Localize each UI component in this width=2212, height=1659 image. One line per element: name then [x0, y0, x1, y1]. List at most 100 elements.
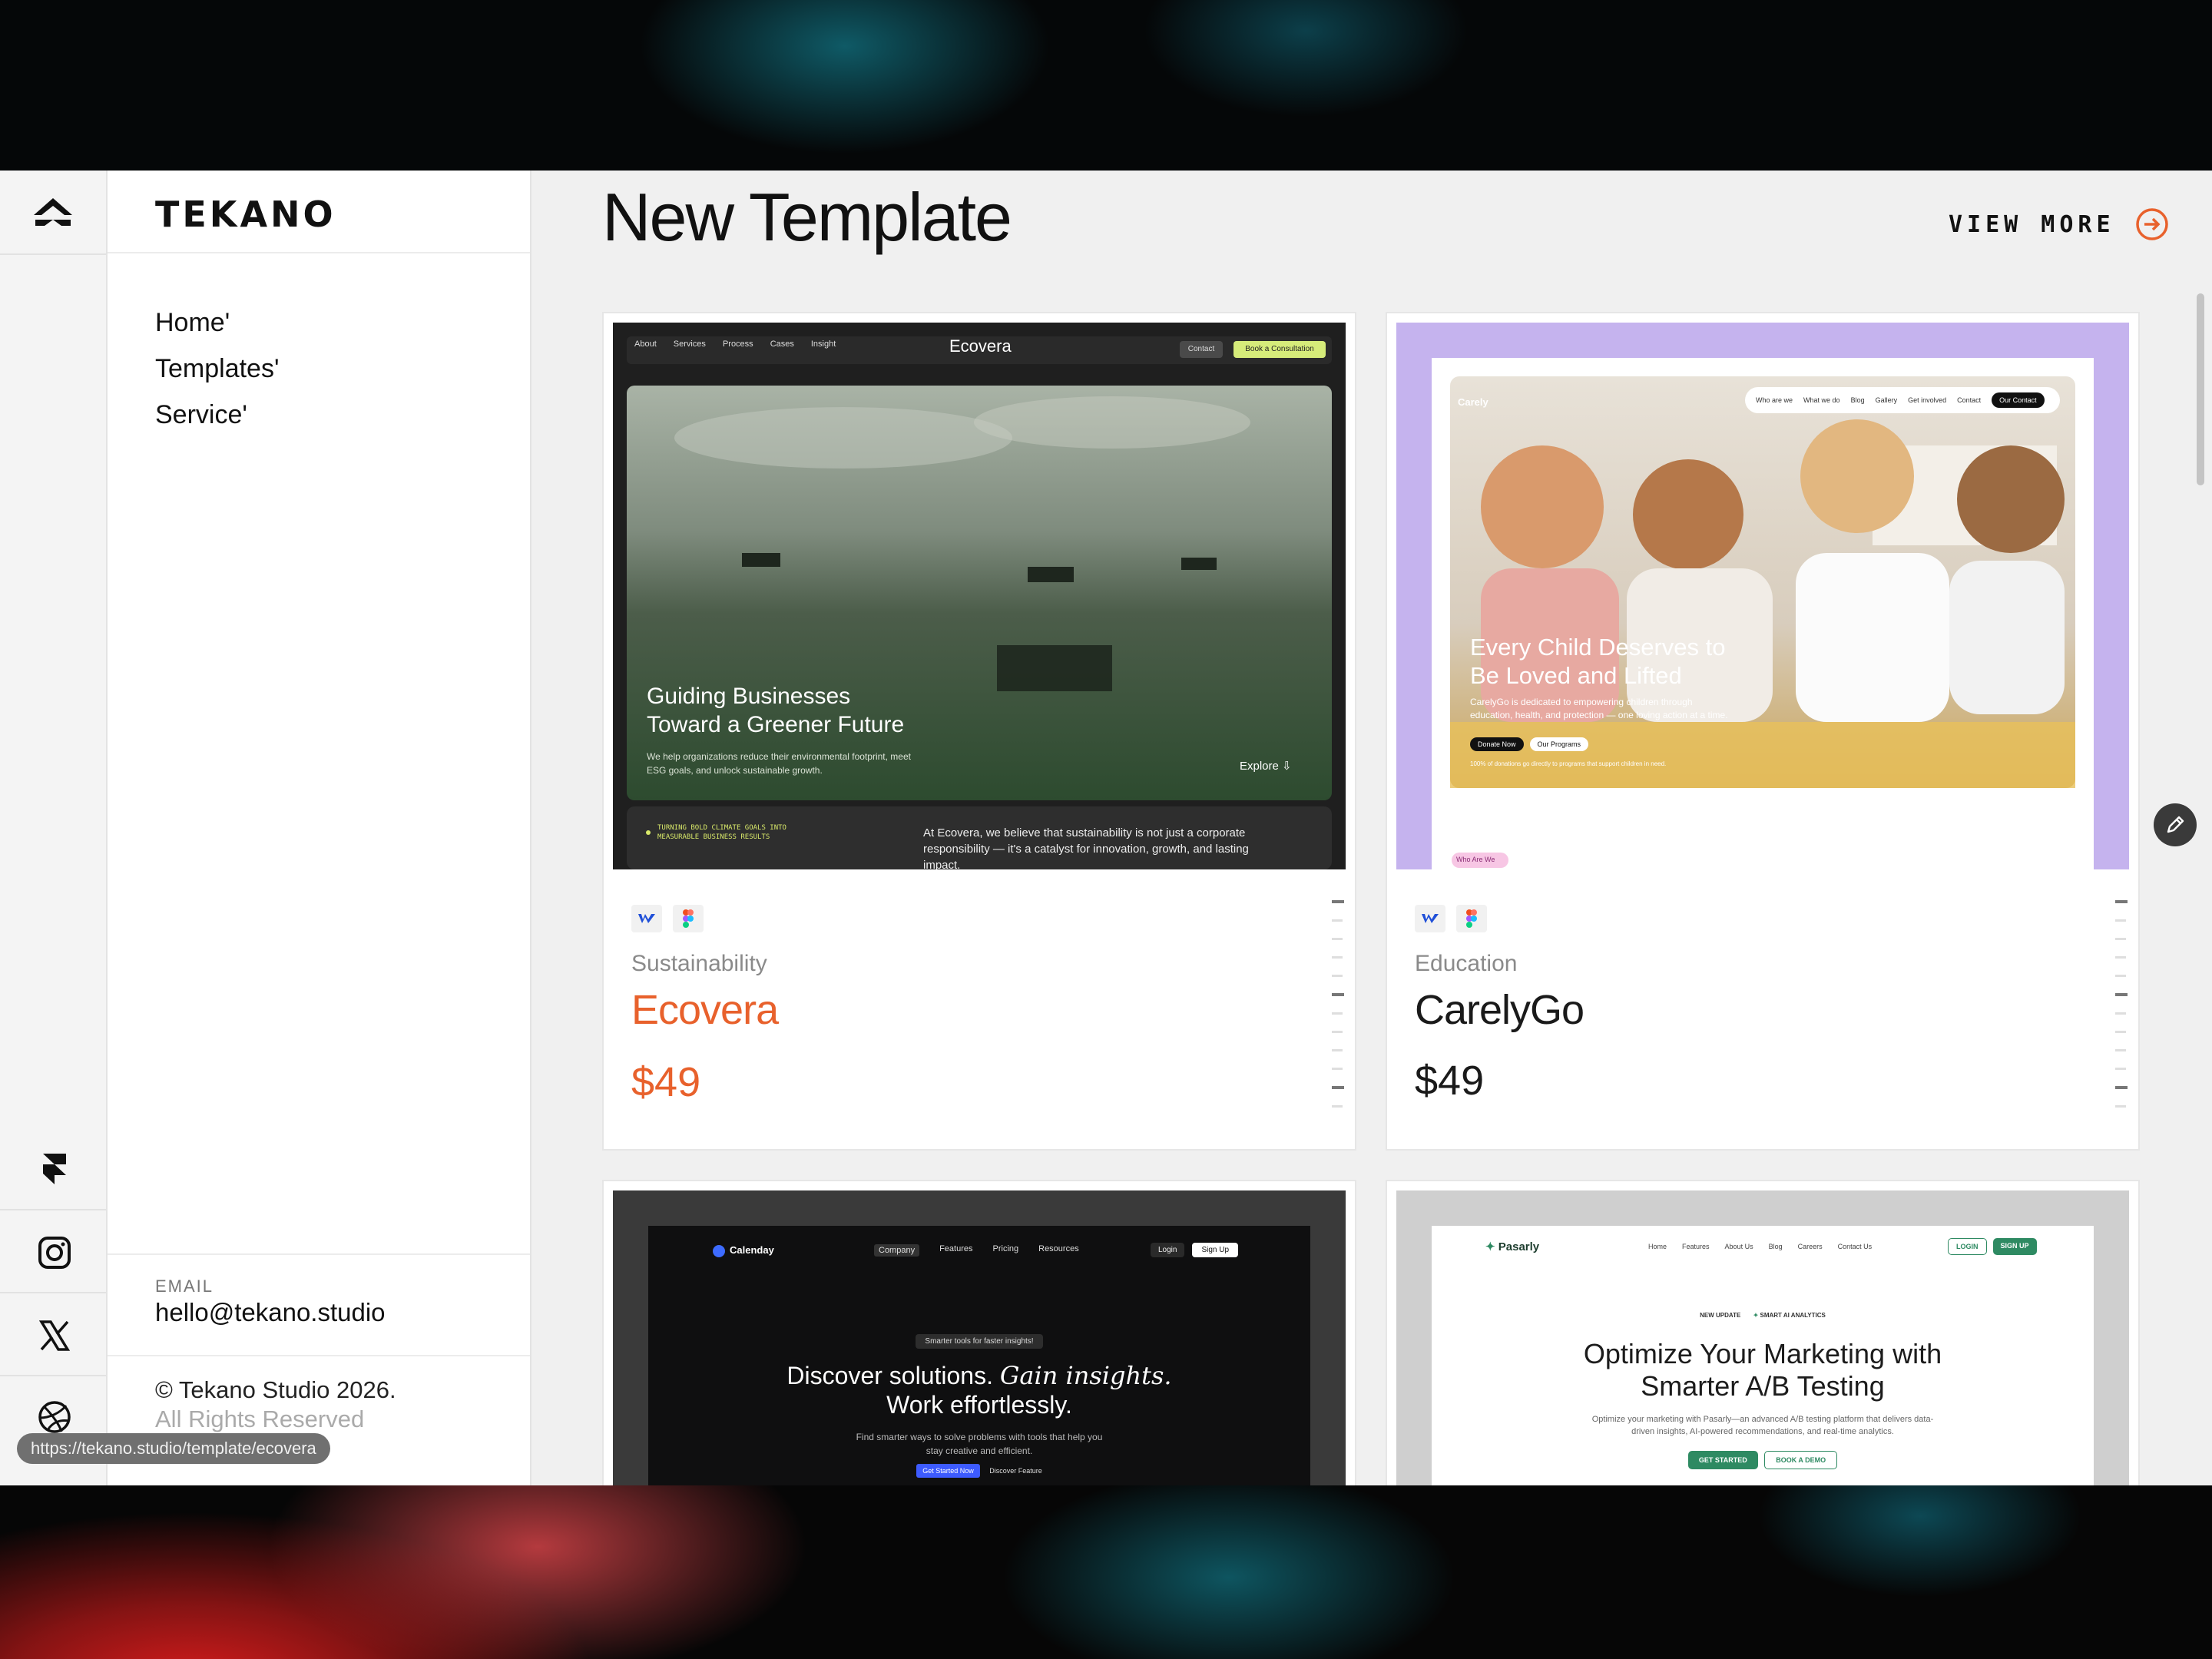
- desktop-wallpaper-bottom: [0, 1485, 2212, 1659]
- preview-subtext: Optimize your marketing with Pasarly—an …: [1396, 1413, 2129, 1438]
- card-scroll-indicator: [2115, 900, 2128, 1124]
- preview-nav-item: Home: [1648, 1243, 1667, 1250]
- preview-headline-italic: Gain insights.: [999, 1361, 1172, 1390]
- figma-icon: [1456, 905, 1487, 932]
- sparkle-icon: ✦: [1753, 1312, 1759, 1319]
- preview-explore-label: Explore: [1240, 760, 1279, 773]
- preview-tag: NEW UPDATE: [1700, 1312, 1741, 1319]
- card-name[interactable]: CarelyGo: [1415, 986, 1584, 1034]
- preview-nav-item: Get involved: [1908, 396, 1947, 404]
- preview-headline-line: Toward a Greener Future: [647, 712, 905, 737]
- email-link[interactable]: hello@tekano.studio: [155, 1298, 386, 1327]
- template-card-pasarly[interactable]: ✦ Pasarly Home Features About Us Blog Ca…: [1386, 1180, 2140, 1485]
- preview-strip-line: MEASURABLE BUSINESS RESULTS: [657, 833, 770, 841]
- preview-logo: Calenday: [713, 1244, 774, 1257]
- nav-templates[interactable]: Templates': [155, 346, 279, 392]
- card-category: Education: [1415, 951, 1518, 976]
- preview-contact-button: Contact: [1180, 341, 1223, 358]
- preview-nav-item: Cases: [770, 339, 794, 349]
- preview-nav-item: Services: [673, 339, 706, 349]
- preview-nav-item: About: [634, 339, 657, 349]
- preview-nav: Who are we What we do Blog Gallery Get i…: [1745, 387, 2060, 413]
- preview-strip-line: impact.: [923, 859, 961, 869]
- preview-nav-item: About Us: [1724, 1243, 1753, 1250]
- pasarly-logo-icon: ✦: [1485, 1240, 1495, 1253]
- pencil-icon: [2167, 816, 2184, 833]
- link-hover-status: https://tekano.studio/template/ecovera: [17, 1433, 330, 1464]
- sidebar-divider: [108, 252, 530, 253]
- preview-subtext-line: CarelyGo is dedicated to empowering chil…: [1470, 697, 1693, 707]
- preview-nav-item: Contact Us: [1837, 1243, 1873, 1250]
- framer-icon[interactable]: [37, 1151, 72, 1186]
- preview-headline-line: Be Loved and Lifted: [1470, 662, 1682, 689]
- figma-icon: [673, 905, 704, 932]
- preview-strip-line: TURNING BOLD CLIMATE GOALS INTO: [657, 824, 786, 832]
- preview-nav-item: Who are we: [1756, 396, 1793, 404]
- arrow-right-circle-icon: [2135, 208, 2168, 240]
- email-label: EMAIL: [155, 1277, 214, 1296]
- preview-auth: Login Sign Up: [1151, 1243, 1239, 1257]
- preview-strip-text: At Ecovera, we believe that sustainabili…: [923, 825, 1249, 869]
- rail-divider: [0, 1209, 106, 1210]
- template-preview: Carely Who are we What we do Blog Galler…: [1396, 323, 2129, 869]
- template-card-carelygo[interactable]: Carely Who are we What we do Blog Galler…: [1386, 312, 2140, 1151]
- copyright-text: © Tekano Studio 2026.: [155, 1376, 396, 1403]
- preview-subtext-line: driven insights, AI-powered recommendati…: [1631, 1427, 1894, 1436]
- preview-nav-item: Insight: [810, 339, 836, 349]
- preview-subtext: We help organizations reduce their envir…: [647, 750, 911, 777]
- preview-subtext-line: ESG goals, and unlock sustainable growth…: [647, 765, 823, 776]
- preview-nav-item: Careers: [1797, 1243, 1823, 1250]
- nav-service[interactable]: Service': [155, 392, 279, 438]
- preview-logo: Carely: [1458, 396, 1488, 408]
- card-scroll-indicator: [1332, 900, 1344, 1124]
- preview-subtext-line: Optimize your marketing with Pasarly—an …: [1591, 1415, 1934, 1424]
- template-card-calenday[interactable]: Calenday Company Features Pricing Resour…: [602, 1180, 1356, 1485]
- main-content: New Template VIEW MORE About Services Pr…: [531, 171, 2212, 1485]
- preview-secondary-button: Discover Feature: [989, 1467, 1042, 1475]
- preview-logo: ✦ Pasarly: [1485, 1240, 1539, 1253]
- preview-logo-text: Pasarly: [1498, 1240, 1540, 1253]
- dribbble-icon[interactable]: [37, 1399, 72, 1435]
- preview-nav-item: Features: [939, 1244, 973, 1253]
- preview-subtext-line: We help organizations reduce their envir…: [647, 751, 911, 762]
- preview-headline: Guiding Businesses Toward a Greener Futu…: [647, 682, 904, 739]
- preview-tags: NEW UPDATE ✦ SMART AI ANALYTICS: [1396, 1312, 2129, 1319]
- preview-nav-item: Blog: [1768, 1243, 1783, 1250]
- preview-login-button: Login: [1151, 1243, 1185, 1257]
- webflow-icon: [1415, 905, 1445, 932]
- nav-home[interactable]: Home': [155, 300, 279, 346]
- preview-nav-item: Pricing: [992, 1244, 1019, 1253]
- preview-tag: Who Are We: [1456, 856, 1495, 863]
- tekano-logo-icon[interactable]: [31, 194, 75, 232]
- preview-headline: Optimize Your Marketing with Smarter A/B…: [1396, 1338, 2129, 1402]
- ecovera-preview-image: [613, 323, 1346, 869]
- preview-demo-button: BOOK A DEMO: [1764, 1451, 1838, 1469]
- rail-divider: [0, 1292, 106, 1293]
- preview-headline-line: Optimize Your Marketing with: [1583, 1338, 1942, 1369]
- card-name[interactable]: Ecovera: [631, 986, 779, 1034]
- chevrons-down-icon: ⇩: [1282, 760, 1292, 773]
- preview-strip-line: responsibility — it's a catalyst for inn…: [923, 843, 1249, 856]
- preview-nav-item: Features: [1682, 1243, 1710, 1250]
- preview-buttons: Donate Now Our Programs: [1470, 737, 1589, 751]
- sidebar-divider: [108, 1355, 530, 1356]
- card-price: $49: [631, 1059, 701, 1105]
- brand-wordmark[interactable]: TEKANO: [155, 194, 336, 235]
- template-card-ecovera[interactable]: About Services Process Cases Insight Eco…: [602, 312, 1356, 1151]
- preview-nav-item: Process: [722, 339, 753, 349]
- preview-headline-line: Every Child Deserves to: [1470, 634, 1726, 661]
- card-price: $49: [1415, 1058, 1485, 1104]
- webflow-icon: [631, 905, 662, 932]
- preview-explore: Explore ⇩: [1240, 759, 1292, 773]
- preview-cta-button: Get Started Now: [916, 1464, 980, 1478]
- view-more-label: VIEW MORE: [1949, 210, 2115, 238]
- preview-signup-button: SIGN UP: [1992, 1238, 2037, 1255]
- edit-pencil-button[interactable]: [2154, 803, 2197, 846]
- view-more-link[interactable]: VIEW MORE: [1949, 207, 2169, 241]
- instagram-icon[interactable]: [37, 1235, 72, 1270]
- page-scrollbar-thumb[interactable]: [2197, 293, 2204, 485]
- template-preview: Calenday Company Features Pricing Resour…: [613, 1190, 1346, 1485]
- preview-nav-item: What we do: [1803, 396, 1840, 404]
- preview-strip-tag: TURNING BOLD CLIMATE GOALS INTO MEASURAB…: [657, 823, 786, 842]
- x-icon[interactable]: [37, 1318, 72, 1353]
